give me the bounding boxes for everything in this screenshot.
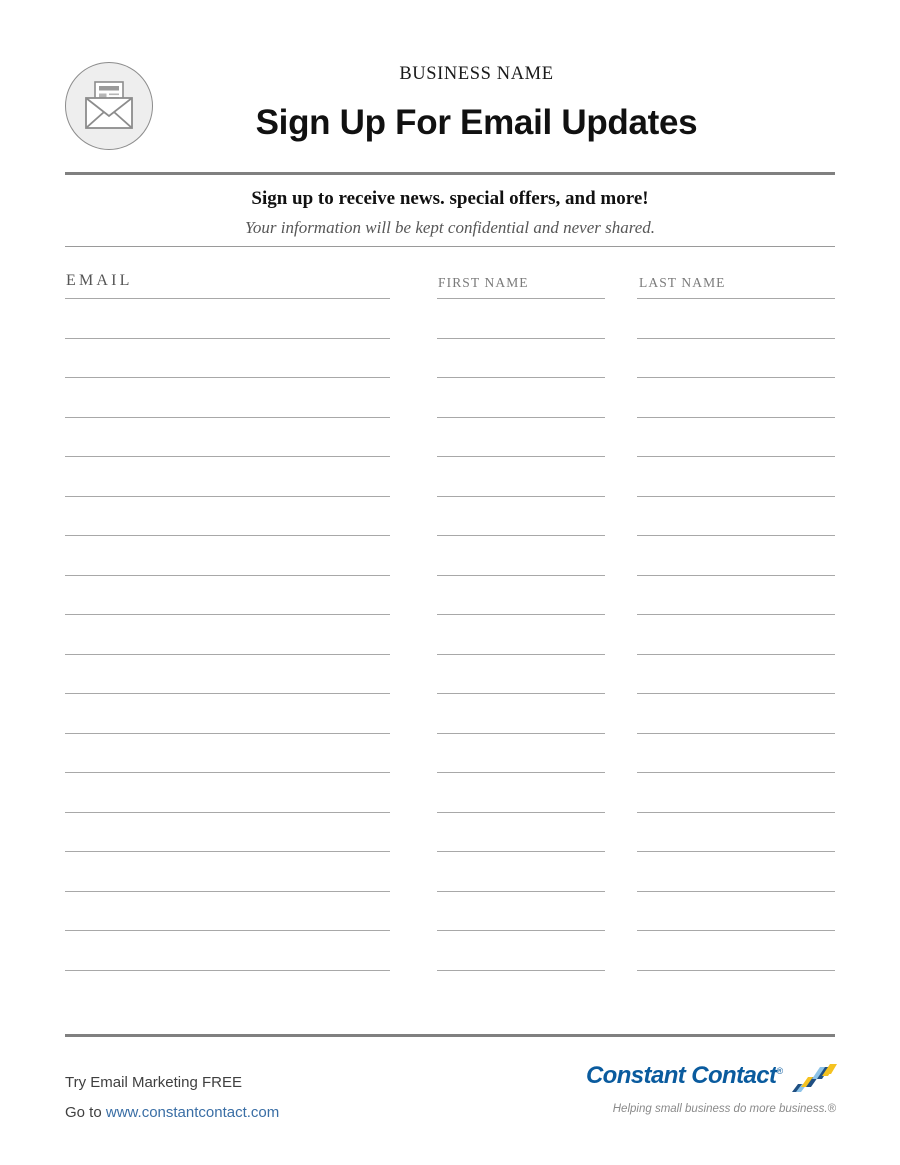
write-in-line-first_name[interactable] bbox=[437, 812, 605, 813]
constant-contact-link[interactable]: www.constantcontact.com bbox=[106, 1104, 279, 1121]
signup-form-grid: EMAIL FIRST NAME LAST NAME bbox=[0, 0, 900, 1165]
brand-name-text: Constant Contact bbox=[585, 1062, 777, 1089]
write-in-line-last_name[interactable] bbox=[637, 456, 835, 457]
footer-promo-line-2: Go to www.constantcontact.com bbox=[65, 1100, 279, 1125]
write-in-line-last_name[interactable] bbox=[637, 377, 835, 378]
write-in-line-email[interactable] bbox=[65, 535, 390, 536]
write-in-line-last_name[interactable] bbox=[637, 812, 835, 813]
constant-contact-chevron-mark-icon bbox=[792, 1064, 837, 1092]
column-header-first-name: FIRST NAME bbox=[438, 275, 529, 290]
constant-contact-logo: Constant Contact® Helping small business… bbox=[586, 1062, 838, 1124]
signup-sheet-page: BUSINESS NAME Sign Up For Email Updates … bbox=[0, 0, 900, 1165]
write-in-line-first_name[interactable] bbox=[437, 654, 605, 655]
registered-trademark-icon: ® bbox=[776, 1066, 783, 1076]
write-in-line-email[interactable] bbox=[65, 575, 390, 576]
write-in-line-email[interactable] bbox=[65, 812, 390, 813]
write-in-line-last_name[interactable] bbox=[637, 970, 835, 971]
column-header-last-name: LAST NAME bbox=[639, 275, 726, 290]
write-in-line-last_name[interactable] bbox=[637, 417, 835, 418]
write-in-line-last_name[interactable] bbox=[637, 496, 835, 497]
write-in-line-last_name[interactable] bbox=[637, 298, 835, 299]
write-in-line-last_name[interactable] bbox=[637, 575, 835, 576]
footer-promo-prefix: Go to bbox=[65, 1104, 106, 1121]
write-in-line-first_name[interactable] bbox=[437, 417, 605, 418]
write-in-line-first_name[interactable] bbox=[437, 851, 605, 852]
write-in-line-last_name[interactable] bbox=[637, 338, 835, 339]
write-in-line-email[interactable] bbox=[65, 338, 390, 339]
write-in-line-first_name[interactable] bbox=[437, 970, 605, 971]
brand-tagline: Helping small business do more business.… bbox=[612, 1103, 836, 1115]
write-in-line-email[interactable] bbox=[65, 456, 390, 457]
write-in-line-first_name[interactable] bbox=[437, 575, 605, 576]
write-in-line-email[interactable] bbox=[65, 930, 390, 931]
write-in-line-email[interactable] bbox=[65, 614, 390, 615]
write-in-line-email[interactable] bbox=[65, 733, 390, 734]
write-in-line-first_name[interactable] bbox=[437, 456, 605, 457]
write-in-line-first_name[interactable] bbox=[437, 338, 605, 339]
write-in-line-first_name[interactable] bbox=[437, 733, 605, 734]
write-in-line-email[interactable] bbox=[65, 377, 390, 378]
write-in-line-email[interactable] bbox=[65, 417, 390, 418]
write-in-line-first_name[interactable] bbox=[437, 377, 605, 378]
write-in-line-email[interactable] bbox=[65, 891, 390, 892]
constant-contact-wordmark: Constant Contact® bbox=[586, 1062, 783, 1090]
write-in-line-email[interactable] bbox=[65, 772, 390, 773]
write-in-line-last_name[interactable] bbox=[637, 930, 835, 931]
footer-divider bbox=[65, 1034, 835, 1037]
write-in-line-last_name[interactable] bbox=[637, 654, 835, 655]
footer-promo: Try Email Marketing FREE Go to www.const… bbox=[65, 1070, 279, 1125]
write-in-line-last_name[interactable] bbox=[637, 891, 835, 892]
write-in-line-first_name[interactable] bbox=[437, 298, 605, 299]
footer-promo-line-1: Try Email Marketing FREE bbox=[65, 1074, 242, 1091]
write-in-line-first_name[interactable] bbox=[437, 772, 605, 773]
write-in-line-last_name[interactable] bbox=[637, 614, 835, 615]
write-in-line-first_name[interactable] bbox=[437, 930, 605, 931]
write-in-line-first_name[interactable] bbox=[437, 535, 605, 536]
write-in-line-last_name[interactable] bbox=[637, 535, 835, 536]
write-in-line-last_name[interactable] bbox=[637, 772, 835, 773]
write-in-line-last_name[interactable] bbox=[637, 733, 835, 734]
write-in-line-last_name[interactable] bbox=[637, 693, 835, 694]
write-in-line-first_name[interactable] bbox=[437, 693, 605, 694]
write-in-line-email[interactable] bbox=[65, 693, 390, 694]
write-in-line-last_name[interactable] bbox=[637, 851, 835, 852]
write-in-line-first_name[interactable] bbox=[437, 496, 605, 497]
write-in-line-email[interactable] bbox=[65, 851, 390, 852]
write-in-line-email[interactable] bbox=[65, 654, 390, 655]
write-in-line-email[interactable] bbox=[65, 298, 390, 299]
write-in-line-first_name[interactable] bbox=[437, 891, 605, 892]
write-in-line-email[interactable] bbox=[65, 970, 390, 971]
write-in-line-email[interactable] bbox=[65, 496, 390, 497]
write-in-line-first_name[interactable] bbox=[437, 614, 605, 615]
column-header-email: EMAIL bbox=[66, 272, 133, 289]
